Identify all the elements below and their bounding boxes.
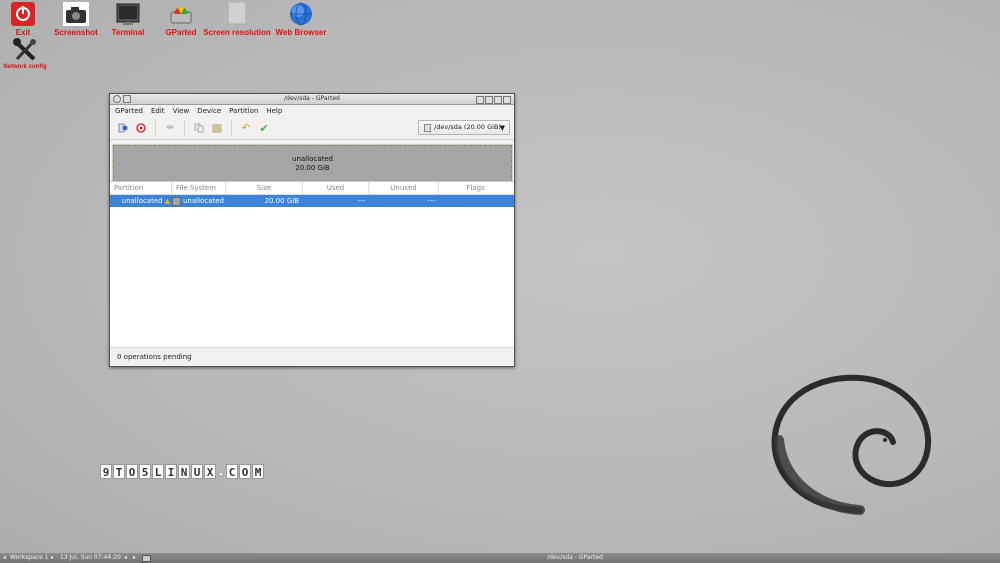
watermark: 9TO5LINUX.COM: [100, 464, 264, 479]
toolbar: ⇹ ↶ ✔ /dev/sda (20.00 GiB) ▼: [110, 117, 514, 140]
menu-gparted[interactable]: GParted: [115, 105, 143, 117]
desktop-icon-label: Web Browser: [275, 28, 327, 37]
menu-bar: GParted Edit View Device Partition Help: [110, 105, 514, 117]
desktop-icon-label: Terminal: [111, 28, 145, 37]
sticky-icon[interactable]: [123, 95, 131, 103]
table-header: Partition File System Size Used Unused F…: [110, 182, 514, 195]
paste-button[interactable]: [210, 121, 224, 135]
monitor-icon: [224, 1, 250, 26]
col-partition[interactable]: Partition: [110, 182, 172, 194]
window-title: /dev/sda - GParted: [284, 95, 340, 102]
desktop-icon-terminal[interactable]: Terminal: [108, 2, 148, 37]
partition-graphic[interactable]: unallocated 20.00 GiB: [112, 144, 513, 184]
row-unused: ---: [427, 197, 435, 205]
gparted-window: /dev/sda - GParted GParted Edit View Dev…: [109, 93, 515, 367]
maximize-button[interactable]: [485, 96, 493, 104]
workspace-next-icon[interactable]: ▸: [51, 553, 54, 563]
graphic-size: 20.00 GiB: [295, 164, 330, 172]
copy-button[interactable]: [192, 121, 206, 135]
power-icon: [10, 2, 36, 26]
table-row[interactable]: unallocated ▲ unallocated 20.00 GiB --- …: [110, 195, 514, 207]
taskbar-task[interactable]: /dev/sda - GParted: [150, 553, 1000, 563]
menu-device[interactable]: Device: [197, 105, 221, 117]
device-selector[interactable]: /dev/sda (20.00 GiB) ▼: [418, 120, 510, 135]
filesystem-color-swatch: [172, 196, 181, 206]
window-titlebar[interactable]: /dev/sda - GParted: [110, 94, 514, 105]
menu-view[interactable]: View: [173, 105, 190, 117]
window-menu-icon[interactable]: [113, 95, 121, 103]
close-button[interactable]: [503, 96, 511, 104]
minimize-button[interactable]: [476, 96, 484, 104]
desktop-icon-label: GParted: [165, 28, 197, 37]
col-flags[interactable]: Flags: [439, 182, 512, 194]
terminal-icon: [115, 2, 141, 26]
partition-table: Partition File System Size Used Unused F…: [110, 181, 514, 348]
row-partition: unallocated: [121, 197, 163, 205]
desktop-icon-screen-resolution[interactable]: Screen resolution: [202, 1, 272, 37]
workspace-label[interactable]: Workspace 1: [10, 553, 49, 563]
clock: 13 Jul, Sun 07:44:20: [60, 554, 121, 561]
row-filesystem: unallocated: [183, 197, 224, 205]
taskbar: ◂ Workspace 1 ▸ 13 Jul, Sun 07:44:20 ◂ ▸…: [0, 553, 1000, 563]
scroll-right-icon[interactable]: ▸: [133, 553, 136, 563]
undo-icon[interactable]: ↶: [239, 121, 253, 135]
desktop-icon-label: Network config: [3, 64, 47, 70]
delete-partition-button[interactable]: [134, 121, 148, 135]
graphic-label: unallocated: [292, 155, 333, 163]
new-partition-button[interactable]: [116, 121, 130, 135]
wrench-icon: [12, 38, 38, 62]
desktop-icon-exit[interactable]: Exit: [9, 2, 37, 37]
device-selector-value: /dev/sda (20.00 GiB): [434, 123, 501, 131]
shade-button[interactable]: [494, 96, 502, 104]
disk-icon: [424, 123, 431, 132]
row-used: ---: [357, 197, 365, 205]
camera-icon: [63, 2, 89, 26]
desktop-icon-web-browser[interactable]: Web Browser: [275, 2, 327, 37]
apply-icon[interactable]: ✔: [257, 121, 271, 135]
row-flags: [439, 195, 512, 207]
chevron-down-icon: ▼: [499, 124, 505, 132]
resize-move-button[interactable]: ⇹: [163, 121, 177, 135]
scroll-left-icon[interactable]: ◂: [124, 553, 127, 563]
desktop-icon-label: Screenshot: [54, 28, 98, 37]
row-size: 20.00 GiB: [264, 197, 299, 205]
menu-help[interactable]: Help: [266, 105, 282, 117]
col-filesystem[interactable]: File System: [172, 182, 226, 194]
col-size[interactable]: Size: [226, 182, 303, 194]
workspace-prev-icon[interactable]: ◂: [3, 553, 6, 563]
warning-icon: ▲: [164, 197, 170, 205]
desktop-icon-label: Exit: [15, 28, 31, 37]
desktop-icon-network-config[interactable]: Network config: [3, 38, 47, 70]
col-used[interactable]: Used: [303, 182, 369, 194]
status-bar: 0 operations pending: [110, 347, 514, 366]
menu-partition[interactable]: Partition: [229, 105, 258, 117]
desktop-icon-screenshot[interactable]: Screenshot: [54, 2, 98, 37]
menu-edit[interactable]: Edit: [151, 105, 165, 117]
globe-icon: [288, 2, 314, 26]
desktop-icon-label: Screen resolution: [203, 28, 271, 37]
gparted-icon: [168, 2, 194, 26]
desktop-icon-gparted[interactable]: GParted: [164, 2, 198, 37]
col-unused[interactable]: Unused: [369, 182, 439, 194]
debian-swirl-logo: [771, 374, 932, 515]
